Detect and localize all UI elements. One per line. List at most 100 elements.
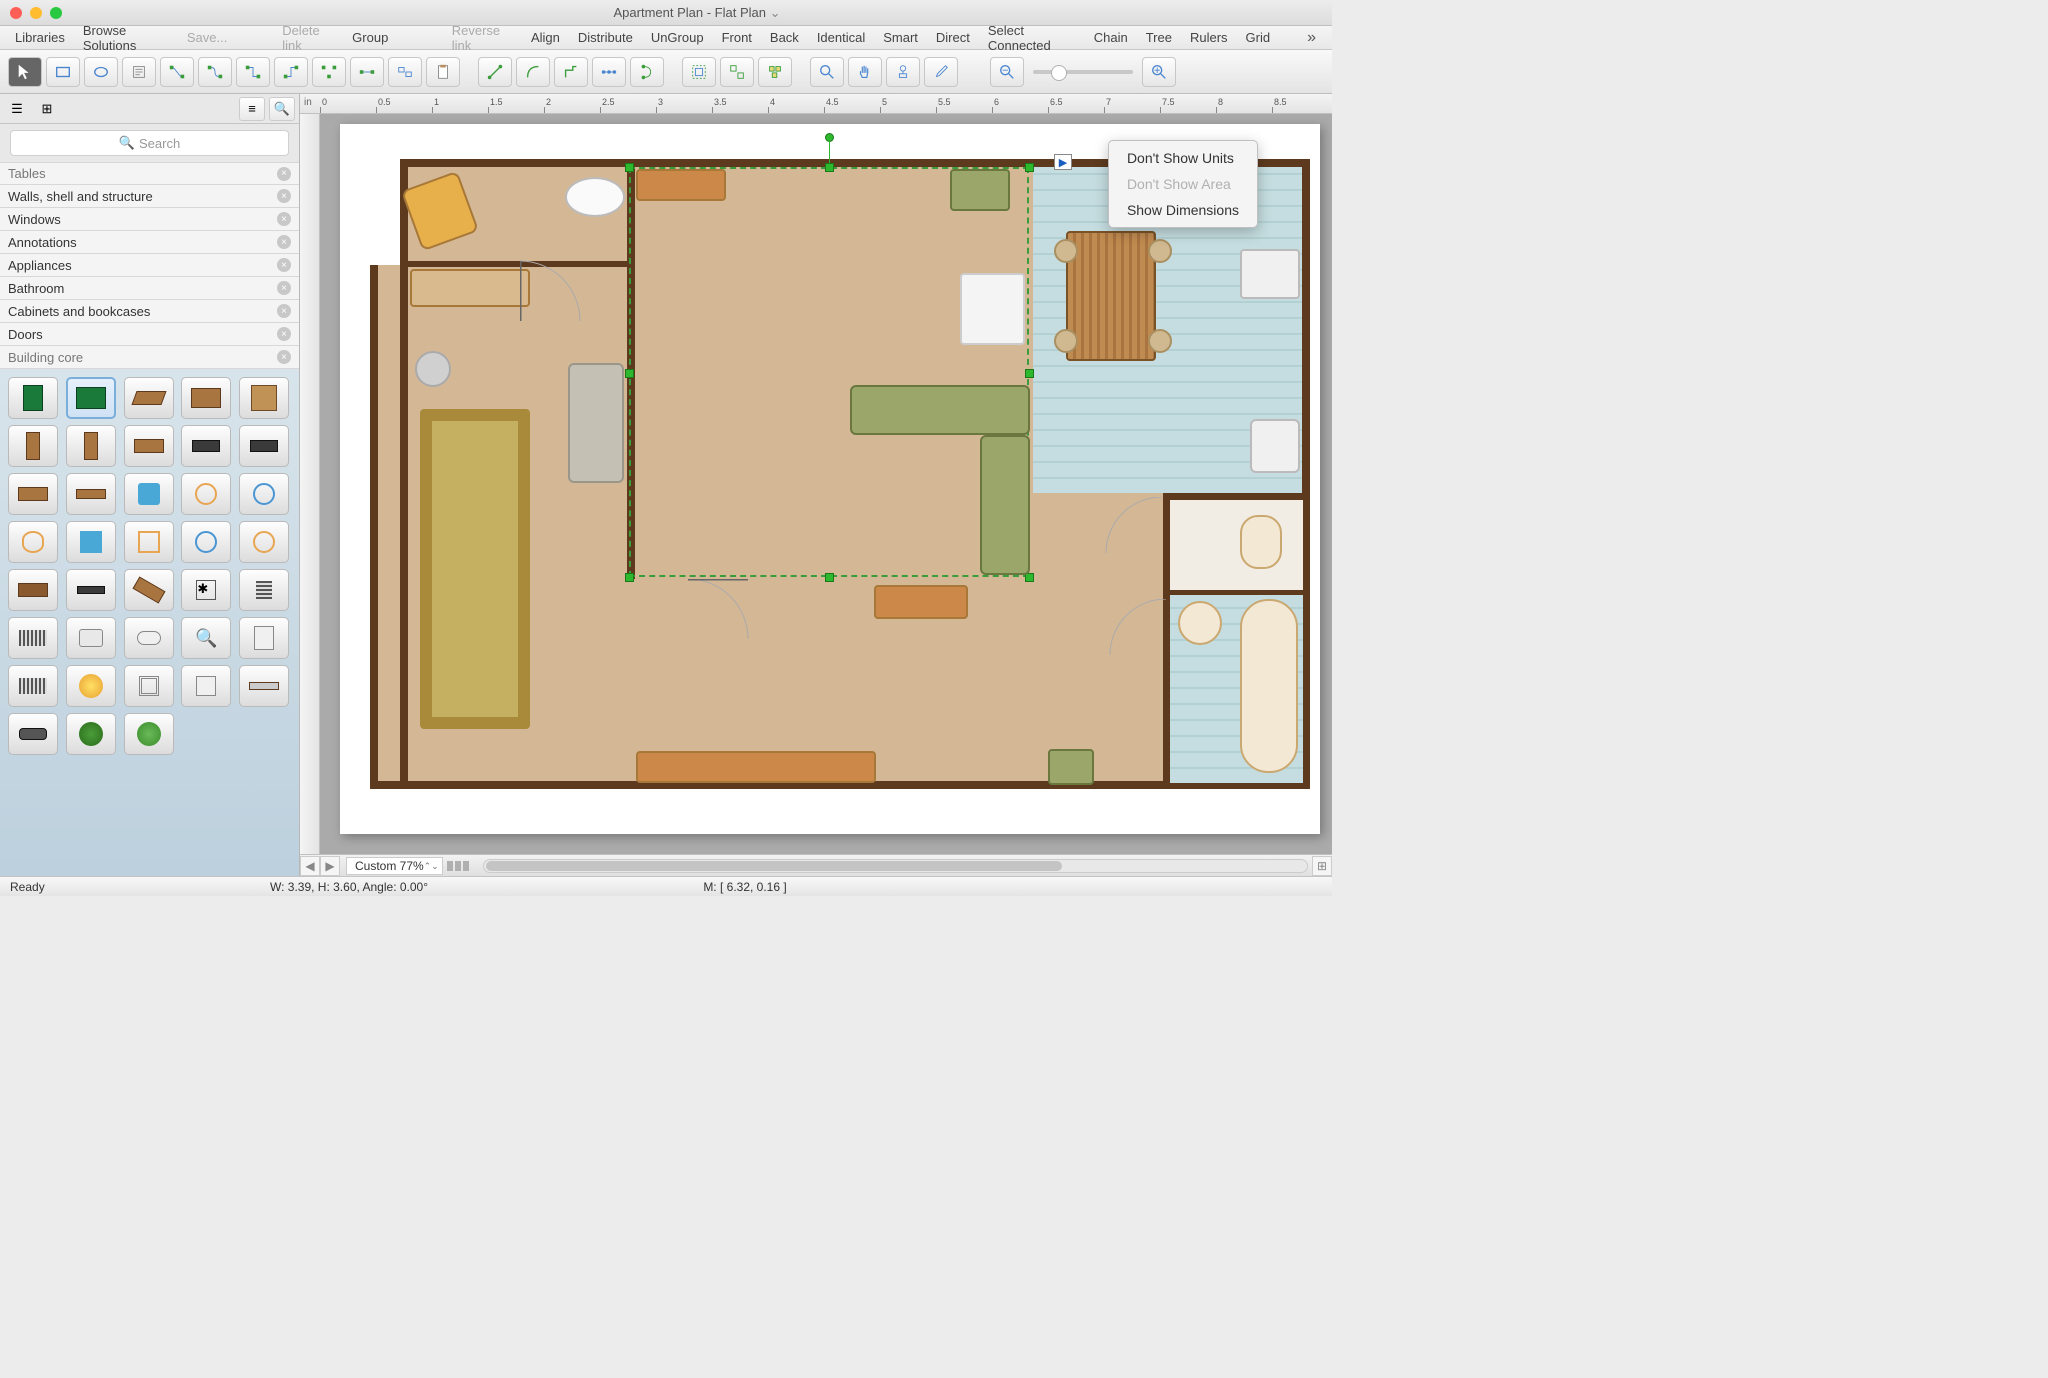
connector-tool-5[interactable] <box>312 57 346 87</box>
shape-item[interactable] <box>8 569 58 611</box>
stamp-tool[interactable] <box>886 57 920 87</box>
chair[interactable] <box>1148 239 1172 263</box>
shape-item[interactable] <box>239 665 289 707</box>
zoom-label[interactable]: Custom 77% <box>346 857 443 875</box>
chair[interactable] <box>1148 329 1172 353</box>
line-tool-1[interactable] <box>478 57 512 87</box>
pane-splitter[interactable] <box>443 861 479 871</box>
connector-tool-1[interactable] <box>160 57 194 87</box>
shape-item[interactable] <box>239 617 289 659</box>
menu-tree[interactable]: Tree <box>1137 30 1181 45</box>
category-doors[interactable]: Doors× <box>0 323 299 346</box>
connector-tool-4[interactable] <box>274 57 308 87</box>
menu-rulers[interactable]: Rulers <box>1181 30 1237 45</box>
shape-item[interactable] <box>8 521 58 563</box>
shape-item[interactable] <box>181 377 231 419</box>
shape-item[interactable] <box>66 425 116 467</box>
kitchen-sink[interactable] <box>1250 419 1300 473</box>
shape-item[interactable] <box>181 473 231 515</box>
menu-ungroup[interactable]: UnGroup <box>642 30 713 45</box>
ctx-show-dimensions[interactable]: Show Dimensions <box>1109 197 1257 223</box>
sofa-small[interactable] <box>568 363 624 483</box>
zoom-slider[interactable] <box>1033 70 1133 74</box>
category-annotations[interactable]: Annotations× <box>0 231 299 254</box>
category-walls[interactable]: Walls, shell and structure× <box>0 185 299 208</box>
bathroom-sink[interactable] <box>1178 601 1222 645</box>
shape-item[interactable] <box>181 665 231 707</box>
category-appliances[interactable]: Appliances× <box>0 254 299 277</box>
panel-icon[interactable]: ☰ <box>4 97 30 121</box>
shape-item[interactable] <box>8 473 58 515</box>
menu-select-connected[interactable]: Select Connected <box>979 23 1085 53</box>
shape-item[interactable] <box>124 473 174 515</box>
ottoman[interactable] <box>1048 749 1094 785</box>
menu-align[interactable]: Align <box>522 30 569 45</box>
shape-item[interactable]: ✱ <box>181 569 231 611</box>
shape-item[interactable] <box>124 569 174 611</box>
shape-item[interactable] <box>239 569 289 611</box>
panel-toggle-icon[interactable]: ⊞ <box>1312 856 1332 876</box>
menu-browse-solutions[interactable]: Browse Solutions <box>74 23 178 53</box>
shape-item[interactable] <box>8 617 58 659</box>
category-cabinets[interactable]: Cabinets and bookcases× <box>0 300 299 323</box>
cabinet[interactable] <box>636 169 726 201</box>
fridge[interactable] <box>960 273 1025 345</box>
floor-plan[interactable] <box>370 159 1310 789</box>
list-view-icon[interactable]: ≡ <box>239 97 265 121</box>
eyedropper-tool[interactable] <box>924 57 958 87</box>
sofa-l[interactable] <box>850 385 1030 435</box>
group-tool-1[interactable] <box>682 57 716 87</box>
minimize-window-button[interactable] <box>30 7 42 19</box>
desk[interactable] <box>410 269 530 307</box>
hscroll-track[interactable] <box>483 859 1308 873</box>
zoom-in-button[interactable] <box>1142 57 1176 87</box>
cabinet-row[interactable] <box>636 751 876 783</box>
appliance[interactable] <box>950 169 1010 211</box>
pan-tool[interactable] <box>848 57 882 87</box>
align-tool-2[interactable] <box>630 57 664 87</box>
shape-item[interactable] <box>239 425 289 467</box>
next-page-button[interactable]: ▶ <box>320 856 340 876</box>
line-tool-3[interactable] <box>554 57 588 87</box>
bathtub[interactable] <box>1240 599 1298 773</box>
menu-distribute[interactable]: Distribute <box>569 30 642 45</box>
connector-tool-3[interactable] <box>236 57 270 87</box>
shape-item[interactable] <box>66 521 116 563</box>
shape-item-selected[interactable] <box>66 377 116 419</box>
shape-item[interactable] <box>124 617 174 659</box>
paste-tool[interactable] <box>426 57 460 87</box>
group-tool-2[interactable] <box>720 57 754 87</box>
sofa-l-side[interactable] <box>980 435 1030 575</box>
rect-tool[interactable] <box>46 57 80 87</box>
menu-libraries[interactable]: Libraries <box>6 30 74 45</box>
shape-item[interactable] <box>66 617 116 659</box>
line-tool-2[interactable] <box>516 57 550 87</box>
search-input[interactable]: 🔍 Search <box>10 130 289 156</box>
horizontal-ruler[interactable]: in 00.511.522.533.544.555.566.577.588.5 <box>300 94 1332 114</box>
ellipse-tool[interactable] <box>84 57 118 87</box>
coffee-table[interactable] <box>874 585 968 619</box>
dining-table[interactable] <box>1066 231 1156 361</box>
shape-item[interactable] <box>66 713 116 755</box>
select-tool[interactable] <box>8 57 42 87</box>
connector-tool-6[interactable] <box>350 57 384 87</box>
shape-item[interactable]: 🔍 <box>181 617 231 659</box>
align-tool-1[interactable] <box>592 57 626 87</box>
office-chair[interactable] <box>415 351 451 387</box>
text-tool[interactable] <box>122 57 156 87</box>
shape-item[interactable] <box>181 521 231 563</box>
chair[interactable] <box>1054 329 1078 353</box>
chair[interactable] <box>1054 239 1078 263</box>
zoom-tool[interactable] <box>810 57 844 87</box>
shape-item[interactable] <box>8 665 58 707</box>
shape-item[interactable] <box>239 521 289 563</box>
category-building-core[interactable]: Building core× <box>0 346 299 369</box>
ctx-dont-show-units[interactable]: Don't Show Units <box>1109 145 1257 171</box>
vertical-ruler[interactable] <box>300 114 320 854</box>
shape-item[interactable] <box>66 569 116 611</box>
category-bathroom[interactable]: Bathroom× <box>0 277 299 300</box>
smart-tag-button[interactable]: ▶ <box>1054 154 1072 170</box>
menu-grid[interactable]: Grid <box>1237 30 1280 45</box>
shape-item[interactable] <box>124 425 174 467</box>
canvas[interactable]: ▶ Don't Show Units Don't Show Area Show … <box>320 114 1332 854</box>
